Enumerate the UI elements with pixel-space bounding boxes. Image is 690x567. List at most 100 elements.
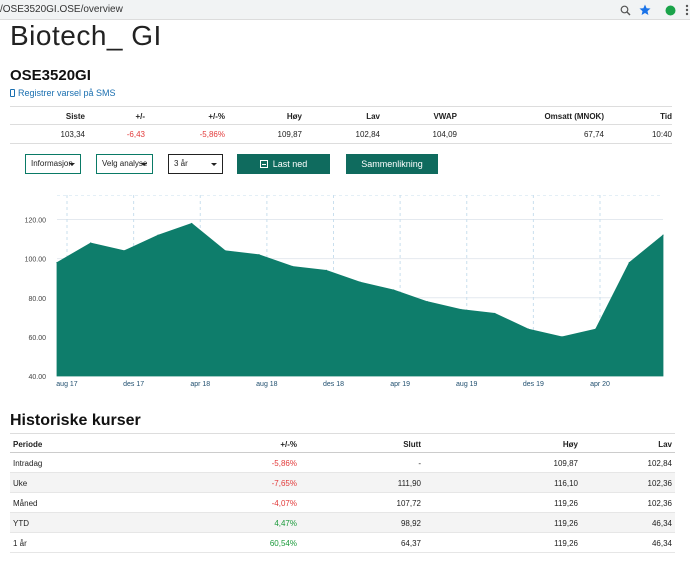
- price-point: [662, 234, 664, 236]
- history-high: 119,26: [554, 499, 578, 508]
- chevron-down-icon: [211, 163, 217, 166]
- history-header: Høy: [562, 440, 578, 449]
- quote-change-pct: -5,86%: [199, 130, 225, 139]
- quote-header-row: Siste +/- +/-% Høy Lav VWAP Omsatt (MNOK…: [10, 106, 672, 125]
- y-tick-label: 120.00: [25, 218, 47, 225]
- period-dropdown-label: 3 år: [174, 159, 188, 168]
- quote-turnover: 67,74: [583, 130, 604, 139]
- history-change-pct: 60,54%: [269, 539, 297, 548]
- download-label: Last ned: [272, 159, 308, 169]
- history-row: Uke -7,65% 111,90 116,10 102,36: [10, 473, 675, 493]
- history-high: 119,26: [554, 519, 578, 528]
- quote-header: Siste: [65, 112, 85, 121]
- history-low: 46,34: [651, 539, 672, 548]
- compare-label: Sammenlikning: [361, 159, 423, 169]
- extension-icon[interactable]: [663, 3, 677, 17]
- history-close: -: [418, 459, 421, 468]
- quote-header: VWAP: [433, 112, 457, 121]
- x-tick-label: aug 19: [456, 381, 478, 388]
- history-row: Måned -4,07% 107,72 119,26 102,36: [10, 493, 675, 513]
- history-low: 102,84: [647, 459, 672, 468]
- history-high: 109,87: [553, 459, 578, 468]
- quote-header: +/-%: [208, 112, 225, 121]
- ticker-symbol: OSE3520GI: [10, 67, 91, 84]
- info-dropdown-label: Informasjon: [31, 159, 73, 168]
- history-low: 102,36: [647, 479, 672, 488]
- history-close: 64,37: [400, 539, 421, 548]
- x-tick-label: apr 18: [190, 381, 210, 388]
- x-tick-label: apr 19: [390, 381, 410, 388]
- price-point: [393, 289, 395, 291]
- history-change-pct: 4,47%: [274, 519, 297, 528]
- history-header-row: Periode +/-% Slutt Høy Lav: [10, 433, 675, 453]
- download-button[interactable]: Last ned: [237, 154, 330, 174]
- quote-header: Lav: [366, 112, 380, 121]
- price-point: [292, 265, 294, 268]
- menu-dots-icon[interactable]: [680, 3, 690, 17]
- history-header: Lav: [658, 440, 672, 449]
- x-tick-label: des 18: [323, 381, 344, 388]
- history-close: 98,92: [400, 519, 421, 528]
- price-point: [460, 308, 462, 311]
- quote-header: Omsatt (MNOK): [544, 112, 604, 121]
- history-title: Historiske kurser: [10, 412, 141, 429]
- info-dropdown[interactable]: Informasjon: [25, 154, 81, 174]
- price-point: [123, 250, 125, 252]
- quote-low: 102,84: [355, 130, 380, 139]
- compare-button[interactable]: Sammenlikning: [346, 154, 438, 174]
- quote-vwap: 104,09: [432, 130, 457, 139]
- history-header: Periode: [13, 440, 43, 449]
- history-header: Slutt: [403, 440, 421, 449]
- browser-address-bar: /OSE3520GI.OSE/overview: [0, 0, 690, 20]
- search-icon[interactable]: [618, 3, 632, 17]
- price-point: [527, 328, 529, 330]
- quote-header: Høy: [286, 112, 302, 121]
- url-text[interactable]: /OSE3520GI.OSE/overview: [0, 4, 123, 15]
- history-period: YTD: [13, 519, 29, 528]
- quote-values-row: 103,34 -6,43 -5,86% 109,87 102,84 104,09…: [10, 125, 672, 144]
- history-change-pct: -4,07%: [271, 499, 297, 508]
- price-point: [224, 250, 226, 252]
- price-point: [191, 222, 193, 225]
- price-point: [561, 336, 563, 338]
- quote-high: 109,87: [277, 130, 302, 139]
- history-close: 111,90: [397, 479, 421, 488]
- price-point: [157, 234, 159, 236]
- chevron-down-icon: [141, 163, 147, 166]
- quote-time: 10:40: [651, 130, 672, 139]
- sms-alert-label: Registrer varsel på SMS: [18, 88, 116, 98]
- quote-table: Siste +/- +/-% Høy Lav VWAP Omsatt (MNOK…: [10, 106, 672, 144]
- history-period: Måned: [13, 499, 38, 508]
- quote-header: +/-: [135, 112, 145, 121]
- x-tick-label: apr 20: [590, 381, 610, 388]
- x-tick-label: aug 17: [56, 381, 78, 388]
- price-point: [426, 301, 428, 303]
- history-close: 107,72: [396, 499, 421, 508]
- history-row: Intradag -5,86% - 109,87 102,84: [10, 453, 675, 473]
- download-icon: [259, 160, 268, 168]
- price-point: [325, 269, 327, 271]
- sms-alert-link[interactable]: Registrer varsel på SMS: [10, 88, 116, 98]
- quote-change: -6,43: [126, 130, 145, 139]
- page-title: Biotech_ GI: [10, 20, 162, 51]
- price-chart[interactable]: 40.00 60.00 80.00 100.00 120.00 aug 17 des 17 a…: [0, 195, 690, 395]
- price-point: [595, 328, 597, 330]
- history-period: Uke: [13, 479, 28, 488]
- price-point: [56, 261, 58, 264]
- history-high: 116,10: [554, 479, 578, 488]
- phone-icon: [10, 89, 15, 97]
- x-tick-label: aug 18: [256, 381, 278, 388]
- analysis-dropdown[interactable]: Velg analyse: [96, 154, 153, 174]
- history-low: 102,36: [647, 499, 672, 508]
- y-tick-label: 40.00: [28, 374, 46, 381]
- period-dropdown[interactable]: 3 år: [168, 154, 223, 174]
- history-header: +/-%: [280, 440, 297, 449]
- y-tick-label: 80.00: [28, 296, 46, 303]
- quote-header: Tid: [660, 112, 672, 121]
- bookmark-star-icon[interactable]: [638, 3, 652, 17]
- history-period: Intradag: [13, 459, 43, 468]
- price-point: [90, 242, 92, 244]
- x-tick-label: des 17: [123, 381, 144, 388]
- history-row: YTD 4,47% 98,92 119,26 46,34: [10, 513, 675, 533]
- history-period: 1 år: [13, 539, 27, 548]
